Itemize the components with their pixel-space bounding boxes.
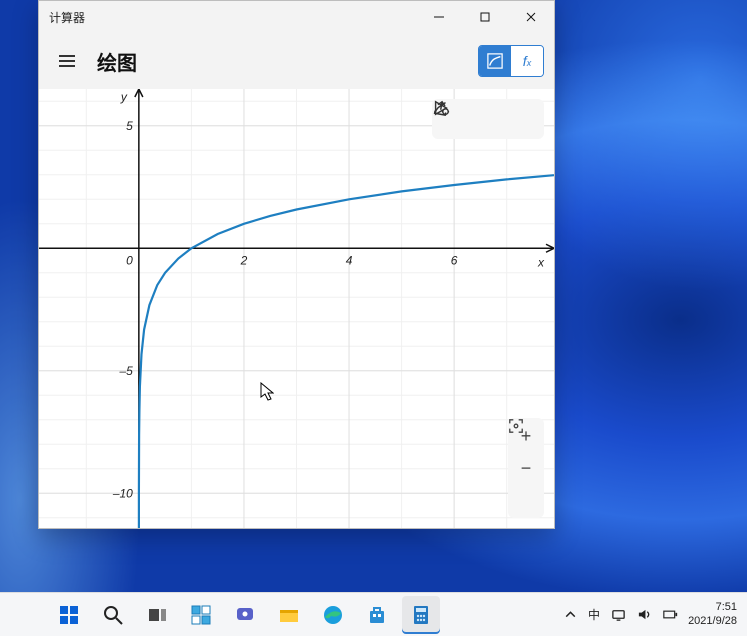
graph-toolbar xyxy=(432,99,544,139)
svg-text:0: 0 xyxy=(126,253,133,267)
edge-icon xyxy=(322,604,344,626)
zoom-controls: + − xyxy=(508,418,544,518)
graph-canvas[interactable]: 2 4 6 –10 –5 5 0 x y + − xyxy=(39,89,554,528)
hamburger-menu-button[interactable] xyxy=(49,43,85,79)
equation-view-button[interactable]: fx xyxy=(511,46,543,76)
close-icon xyxy=(526,12,536,22)
maximize-icon xyxy=(480,12,490,22)
edge-button[interactable] xyxy=(314,596,352,634)
taskbar-apps xyxy=(50,593,440,636)
calculator-window: 计算器 绘图 fx 246– xyxy=(38,0,555,529)
clock-date: 2021/9/28 xyxy=(688,615,737,629)
widgets-button[interactable] xyxy=(182,596,220,634)
ime-indicator[interactable]: 中 xyxy=(588,606,600,623)
svg-text:6: 6 xyxy=(451,253,458,267)
clock-time: 7:51 xyxy=(688,601,737,615)
graph-view-icon xyxy=(487,53,503,69)
zoom-out-button[interactable]: − xyxy=(510,452,542,484)
maximize-button[interactable] xyxy=(462,1,508,33)
graph-plot: 2 4 6 –10 –5 5 0 x y xyxy=(39,89,554,528)
graph-options-button[interactable] xyxy=(508,103,540,135)
titlebar[interactable]: 计算器 xyxy=(39,1,554,33)
battery-button[interactable] xyxy=(662,607,678,623)
system-tray: 中 7:51 2021/9/28 xyxy=(562,593,741,636)
chat-icon xyxy=(234,604,256,626)
close-button[interactable] xyxy=(508,1,554,33)
graph-mode-toggle: fx xyxy=(478,45,544,77)
share-button[interactable] xyxy=(472,103,504,135)
svg-text:–5: –5 xyxy=(118,364,133,378)
svg-text:4: 4 xyxy=(346,253,353,267)
network-button[interactable] xyxy=(610,607,626,623)
mode-title: 绘图 xyxy=(97,47,137,76)
search-icon xyxy=(102,604,124,626)
zoom-fit-icon xyxy=(508,418,524,434)
fx-icon: fx xyxy=(523,53,531,69)
windows-icon xyxy=(58,604,80,626)
toolbar: 绘图 fx xyxy=(39,33,554,89)
minimize-icon xyxy=(434,12,444,22)
file-explorer-button[interactable] xyxy=(270,596,308,634)
task-view-icon xyxy=(146,604,168,626)
task-view-button[interactable] xyxy=(138,596,176,634)
hamburger-icon xyxy=(59,55,75,67)
svg-text:x: x xyxy=(537,255,545,269)
start-button[interactable] xyxy=(50,596,88,634)
svg-text:2: 2 xyxy=(240,253,248,267)
window-title: 计算器 xyxy=(49,9,85,26)
calculator-taskbar-button[interactable] xyxy=(402,596,440,634)
zoom-fit-button[interactable] xyxy=(510,484,542,516)
svg-text:5: 5 xyxy=(126,119,133,133)
store-icon xyxy=(366,604,388,626)
svg-text:y: y xyxy=(120,90,128,104)
clock[interactable]: 7:51 2021/9/28 xyxy=(688,601,741,629)
folder-icon xyxy=(278,604,300,626)
volume-button[interactable] xyxy=(636,607,652,623)
widgets-icon xyxy=(190,604,212,626)
search-button[interactable] xyxy=(94,596,132,634)
taskbar: 中 7:51 2021/9/28 xyxy=(0,592,747,636)
graph-options-icon xyxy=(432,99,450,117)
store-button[interactable] xyxy=(358,596,396,634)
svg-text:–10: –10 xyxy=(112,486,133,500)
tray-overflow-button[interactable] xyxy=(562,607,578,623)
minimize-button[interactable] xyxy=(416,1,462,33)
calculator-icon xyxy=(410,604,432,626)
graph-view-button[interactable] xyxy=(479,46,511,76)
chat-button[interactable] xyxy=(226,596,264,634)
